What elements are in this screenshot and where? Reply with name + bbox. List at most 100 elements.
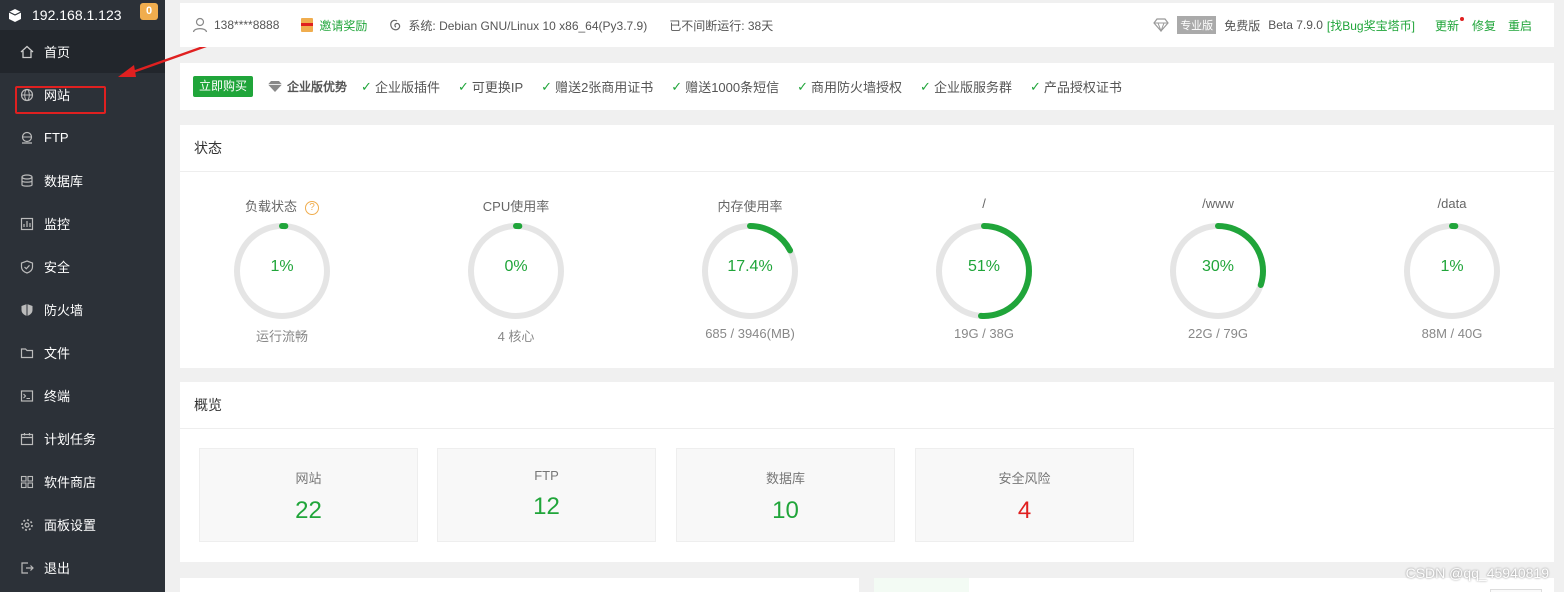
watermark: CSDN @qq_45940819 — [1405, 565, 1549, 581]
sidebar-item-label: 安全 — [44, 260, 71, 275]
bottom-tab[interactable] — [874, 578, 969, 592]
globe-icon — [20, 88, 34, 102]
restart-link[interactable]: 重启 — [1508, 17, 1532, 34]
gauge-sub: 运行流畅 — [255, 329, 308, 344]
edition-label: 免费版 — [1224, 18, 1261, 33]
sidebar-item-label: 文件 — [44, 346, 71, 361]
sidebar-item-firewall[interactable]: 防火墙 — [0, 288, 165, 331]
pro-tag-label: 专业版 — [1177, 16, 1217, 34]
overview-card-security-risk[interactable]: 安全风险 4 — [915, 448, 1134, 542]
gauge-title: CPU使用率 — [482, 199, 550, 214]
sidebar-item-label: 防火墙 — [44, 303, 84, 318]
status-title: 状态 — [180, 125, 1554, 172]
status-panel: 状态 负载状态? 1% 运行流畅 CPU使用率 0% 4 核心 内存使用率 17… — [180, 125, 1554, 368]
gauge-title: / — [982, 196, 986, 211]
gauge-title: /data — [1437, 196, 1467, 211]
top-bar: 138****8888 邀请奖励 系统: Debian GNU/Linux 10… — [180, 3, 1554, 47]
feature-label: 赠送1000条短信 — [685, 80, 780, 95]
enterprise-title-label: 企业版优势 — [287, 80, 348, 94]
help-icon[interactable]: ? — [305, 200, 319, 215]
sidebar-item-store[interactable]: 软件商店 — [0, 460, 165, 503]
check-icon: ✓ — [1029, 78, 1041, 94]
buy-now-button[interactable]: 立即购买 — [193, 76, 254, 97]
sidebar-item-security[interactable]: 安全 — [0, 245, 165, 288]
system-info: 系统: Debian GNU/Linux 10 x86_64(Py3.7.9) — [389, 17, 647, 34]
notification-badge[interactable]: 0 — [140, 3, 158, 20]
pro-edition-tag[interactable]: 专业版 — [1153, 16, 1217, 34]
repair-link[interactable]: 修复 — [1472, 17, 1496, 34]
gauge-value: 30% — [1201, 258, 1235, 275]
overview-card-websites[interactable]: 网站 22 — [199, 448, 418, 542]
diamond-icon — [1153, 18, 1169, 32]
gauge-title: 内存使用率 — [717, 199, 783, 214]
card-label: FTP — [534, 468, 559, 483]
system-label: 系统: Debian GNU/Linux 10 x86_64(Py3.7.9) — [408, 18, 648, 33]
sidebar-item-label: 监控 — [44, 217, 71, 232]
check-icon: ✓ — [797, 78, 809, 94]
sidebar: 192.168.1.123 0 首页 网站 FTP 数据库 监控 安全 防火墙 … — [0, 0, 165, 592]
version-label: Beta 7.9.0 — [1268, 18, 1323, 32]
logout-icon — [20, 561, 34, 575]
version-area: 专业版 免费版 Beta 7.9.0 [找Bug奖宝塔币] 更新 修复 重启 — [1145, 16, 1532, 34]
sidebar-item-settings[interactable]: 面板设置 — [0, 503, 165, 546]
user-account[interactable]: 138****8888 — [192, 17, 279, 33]
feature-item: ✓ 企业版插件 — [361, 77, 440, 96]
terminal-icon — [20, 389, 34, 403]
card-value: 10 — [772, 497, 799, 524]
overview-cards: 网站 22 FTP 12 数据库 10 安全风险 4 — [180, 429, 1554, 559]
sidebar-item-label: 计划任务 — [44, 432, 97, 447]
sidebar-item-label: FTP — [44, 130, 69, 145]
diamond-icon — [268, 81, 283, 92]
gauge-sub: 4 核心 — [497, 329, 535, 344]
invite-label: 邀请奖励 — [319, 18, 368, 33]
sidebar-item-logout[interactable]: 退出 — [0, 546, 165, 589]
sidebar-item-database[interactable]: 数据库 — [0, 159, 165, 202]
server-header: 192.168.1.123 0 — [0, 0, 165, 30]
enterprise-title: 企业版优势 — [267, 78, 347, 95]
sidebar-item-monitor[interactable]: 监控 — [0, 202, 165, 245]
bug-reward-link[interactable]: [找Bug奖宝塔币] — [1327, 17, 1415, 34]
sidebar-item-home[interactable]: 首页 — [0, 30, 165, 73]
gauge-title-text: 负载状态 — [244, 199, 297, 214]
apps-icon — [20, 475, 34, 489]
database-icon — [20, 173, 34, 188]
sidebar-item-files[interactable]: 文件 — [0, 331, 165, 374]
home-icon — [20, 45, 34, 59]
gear-icon — [20, 518, 34, 532]
sidebar-item-label: 软件商店 — [44, 475, 97, 490]
gauge-value: 1% — [1440, 258, 1464, 275]
feature-item: ✓ 赠送2张商用证书 — [541, 77, 653, 96]
feature-label: 商用防火墙授权 — [811, 80, 903, 95]
sidebar-nav: 首页 网站 FTP 数据库 监控 安全 防火墙 文件 终端 计划任务 软件商店 … — [0, 30, 165, 589]
bottom-panel-left — [180, 578, 859, 592]
monitor-icon — [20, 217, 34, 231]
feature-item: ✓ 商用防火墙授权 — [797, 77, 902, 96]
sidebar-item-label: 首页 — [44, 45, 71, 60]
user-phone: 138****8888 — [214, 18, 280, 32]
gauge-value: 0% — [504, 258, 528, 275]
calendar-icon — [20, 432, 34, 446]
sidebar-item-cron[interactable]: 计划任务 — [0, 417, 165, 460]
update-link[interactable]: 更新 — [1427, 16, 1464, 34]
overview-card-databases[interactable]: 数据库 10 — [676, 448, 895, 542]
gauge-value: 51% — [967, 258, 1001, 275]
check-icon: ✓ — [671, 78, 683, 94]
feature-label: 产品授权证书 — [1043, 80, 1122, 95]
user-icon — [192, 17, 208, 33]
ftp-icon — [20, 131, 34, 145]
gauge-sub: 22G / 79G — [1188, 326, 1248, 341]
sidebar-item-website[interactable]: 网站 — [0, 73, 165, 116]
feature-label: 企业版服务群 — [933, 80, 1012, 95]
feature-label: 赠送2张商用证书 — [555, 80, 654, 95]
feature-item: ✓ 可更换IP — [458, 77, 523, 96]
invite-reward-link[interactable]: 邀请奖励 — [301, 17, 367, 34]
firewall-icon — [20, 303, 34, 317]
overview-card-ftp[interactable]: FTP 12 — [437, 448, 656, 542]
overview-panel: 概览 网站 22 FTP 12 数据库 10 安全风险 4 — [180, 382, 1554, 562]
sidebar-item-ftp[interactable]: FTP — [0, 116, 165, 159]
card-label: 数据库 — [765, 471, 805, 486]
sidebar-item-terminal[interactable]: 终端 — [0, 374, 165, 417]
gauge-sub: 19G / 38G — [954, 326, 1014, 341]
gauge-row: 负载状态? 1% 运行流畅 CPU使用率 0% 4 核心 内存使用率 17.4%… — [180, 172, 1554, 367]
check-icon: ✓ — [541, 78, 553, 94]
